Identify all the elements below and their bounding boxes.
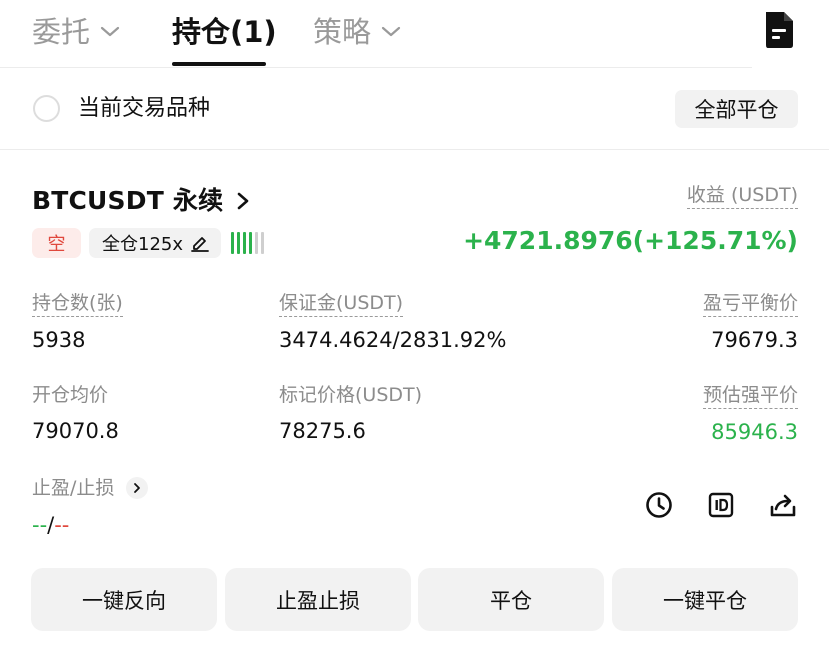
mark-price-label: 标记价格(USDT) (279, 384, 423, 406)
liquidation-price-value: 85946.3 (711, 420, 798, 444)
chevron-right-icon (126, 477, 149, 499)
close-all-positions-button[interactable]: 全部平仓 (675, 90, 798, 128)
tab-positions-label: 持仓(1) (172, 15, 277, 49)
take-profit-value: -- (32, 513, 48, 537)
position-tags: 空 全仓125x (32, 228, 267, 258)
close-all-button[interactable]: 一键平仓 (612, 568, 798, 631)
section-divider (0, 149, 829, 150)
tab-strategy-label: 策略 (313, 15, 372, 49)
tpsl-link[interactable]: 止盈/止损 (32, 474, 149, 502)
size-value: 5938 (32, 328, 86, 352)
tpsl-values: --/-- (32, 510, 69, 540)
size-field: 持仓数(张) 5938 (32, 290, 123, 355)
tab-entrust-label: 委托 (32, 15, 91, 49)
breakeven-field: 盈亏平衡价 79679.3 (702, 290, 798, 355)
pencil-icon (191, 234, 209, 252)
pnl-label: 收益 (USDT) (686, 182, 798, 209)
tpsl-label: 止盈/止损 (32, 477, 115, 499)
chevron-right-icon (235, 191, 251, 211)
breakeven-value: 79679.3 (711, 328, 798, 352)
risk-level-bar (231, 232, 235, 254)
risk-level-bar (237, 232, 241, 254)
size-label: 持仓数(张) (32, 290, 123, 317)
id-card-icon[interactable] (706, 490, 736, 520)
entry-price-field: 开仓均价 79070.8 (32, 382, 119, 446)
filter-row: 当前交易品种 全部平仓 (0, 80, 829, 140)
risk-level-bar (243, 232, 247, 254)
mark-price-value: 78275.6 (279, 419, 366, 443)
position-symbol-link[interactable]: BTCUSDT 永续 (32, 184, 251, 218)
tpsl-button[interactable]: 止盈止损 (225, 568, 411, 631)
tab-entrust[interactable]: 委托 (32, 10, 120, 54)
current-symbol-label: 当前交易品种 (78, 96, 211, 121)
tab-positions[interactable]: 持仓(1) (172, 10, 277, 54)
leverage-label: 全仓125x (102, 234, 184, 255)
margin-field: 保证金(USDT) 3474.4624/2831.92% (279, 290, 506, 355)
risk-level-indicator (231, 231, 267, 255)
tab-bar: 委托 持仓(1) 策略 (0, 0, 829, 68)
mark-price-field: 标记价格(USDT) 78275.6 (279, 382, 422, 446)
side-badge: 空 (32, 228, 81, 258)
risk-level-bar (255, 232, 259, 254)
breakeven-label: 盈亏平衡价 (702, 290, 798, 317)
leverage-badge[interactable]: 全仓125x (89, 228, 222, 258)
current-symbol-radio[interactable] (33, 95, 60, 122)
position-symbol: BTCUSDT 永续 (32, 186, 224, 215)
chevron-down-icon (381, 22, 401, 42)
document-icon[interactable] (762, 10, 796, 50)
tab-strategy[interactable]: 策略 (313, 10, 401, 54)
stop-loss-value: -- (54, 513, 70, 537)
risk-level-bar (249, 232, 253, 254)
liquidation-price-field: 预估强平价 85946.3 (702, 382, 798, 447)
margin-label: 保证金(USDT) (279, 290, 404, 317)
margin-value: 3474.4624/2831.92% (279, 328, 507, 352)
chevron-down-icon (100, 22, 120, 42)
entry-price-value: 79070.8 (32, 419, 119, 443)
active-tab-indicator (172, 62, 266, 66)
clock-icon[interactable] (644, 490, 674, 520)
liquidation-price-label: 预估强平价 (702, 382, 798, 409)
close-position-button[interactable]: 平仓 (418, 568, 604, 631)
pnl-value: +4721.8976(+125.71%) (463, 226, 798, 255)
reverse-position-button[interactable]: 一键反向 (31, 568, 217, 631)
share-icon[interactable] (768, 490, 798, 520)
entry-price-label: 开仓均价 (32, 384, 109, 406)
tab-divider (0, 67, 752, 68)
risk-level-bar (261, 232, 265, 254)
